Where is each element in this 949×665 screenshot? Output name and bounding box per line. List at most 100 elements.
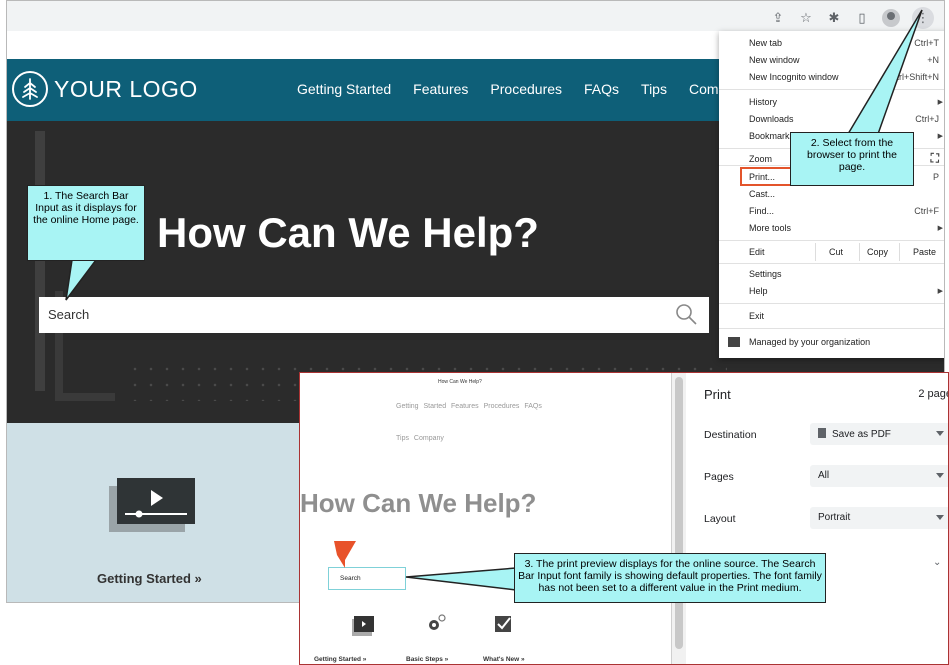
menu-print-shortcut: P bbox=[932, 172, 939, 182]
logo-text: YOUR LOGO bbox=[54, 75, 198, 102]
layout-label: Layout bbox=[704, 513, 736, 525]
pages-label: Pages bbox=[704, 471, 734, 483]
share-icon[interactable]: ⇪ bbox=[770, 10, 786, 26]
menu-bookmarks[interactable]: Bookmarks bbox=[749, 131, 794, 141]
card-getting-started-link[interactable]: Getting Started » bbox=[97, 571, 202, 586]
menu-new-incognito[interactable]: New Incognito window bbox=[749, 72, 839, 82]
menu-more-tools[interactable]: More tools bbox=[749, 223, 791, 233]
gear-icon bbox=[429, 614, 446, 630]
print-preview-window: How Can We Help? Getting Started Feature… bbox=[299, 372, 949, 665]
menu-divider bbox=[899, 243, 900, 261]
callout-3: 3. The print preview displays for the on… bbox=[514, 553, 826, 603]
site-logo[interactable]: YOUR LOGO bbox=[12, 71, 198, 107]
video-icon bbox=[109, 478, 195, 532]
preview-nav-line: Tips Company bbox=[396, 435, 444, 442]
star-icon[interactable]: ☆ bbox=[798, 10, 814, 26]
preview-label-basic-steps: Basic Steps » bbox=[406, 656, 449, 663]
menu-exit[interactable]: Exit bbox=[749, 311, 764, 321]
preview-label-getting-started: Getting Started » bbox=[314, 656, 367, 663]
search-placeholder: Search bbox=[48, 307, 90, 322]
profile-icon[interactable] bbox=[882, 9, 900, 27]
fullscreen-icon[interactable]: ⛶ bbox=[931, 151, 939, 166]
menu-separator bbox=[719, 263, 944, 264]
print-settings-panel: Print 2 page Destination Save as PDF Pag… bbox=[686, 373, 949, 664]
menu-new-tab[interactable]: New tab bbox=[749, 38, 782, 48]
print-page-count: 2 page bbox=[918, 388, 949, 400]
menu-find[interactable]: Find... bbox=[749, 206, 774, 216]
menu-new-tab-shortcut: Ctrl+T bbox=[914, 38, 939, 48]
menu-downloads-shortcut: Ctrl+J bbox=[915, 114, 939, 124]
menu-print[interactable]: Print... bbox=[749, 172, 775, 182]
chevron-down-icon bbox=[936, 431, 944, 436]
screenshot-stage: ⇪ ☆ ✱ ▯ ⋮ YOUR LOGO Getting Started Feat… bbox=[0, 0, 949, 665]
menu-new-window-shortcut: +N bbox=[927, 55, 939, 65]
preview-scrollbar[interactable] bbox=[672, 373, 686, 664]
submenu-arrow-icon: ▶ bbox=[937, 288, 943, 295]
tree-logo-icon bbox=[12, 71, 48, 107]
toolbar-icons: ⇪ ☆ ✱ ▯ ⋮ bbox=[770, 7, 934, 29]
destination-value: Save as PDF bbox=[832, 429, 891, 440]
submenu-arrow-icon: ▶ bbox=[937, 99, 943, 106]
checkbox-icon bbox=[495, 616, 511, 632]
print-title: Print bbox=[704, 387, 731, 402]
menu-separator bbox=[719, 303, 944, 304]
preview-hero-title: How Can We Help? bbox=[300, 488, 537, 518]
nav-faqs[interactable]: FAQs bbox=[584, 81, 619, 97]
search-input[interactable]: Search bbox=[39, 297, 709, 333]
menu-copy[interactable]: Copy bbox=[867, 247, 888, 257]
callout-1: 1. The Search Bar Input as it displays f… bbox=[27, 185, 145, 261]
menu-managed[interactable]: Managed by your organization bbox=[749, 337, 870, 347]
submenu-arrow-icon: ▶ bbox=[937, 133, 943, 140]
preview-search-input: Search bbox=[328, 567, 406, 590]
nav-procedures[interactable]: Procedures bbox=[490, 81, 562, 97]
menu-downloads[interactable]: Downloads bbox=[749, 114, 794, 124]
menu-cast[interactable]: Cast... bbox=[749, 189, 775, 199]
search-icon[interactable] bbox=[675, 303, 697, 325]
sidepanel-icon[interactable]: ▯ bbox=[854, 10, 870, 26]
menu-help[interactable]: Help bbox=[749, 286, 768, 296]
menu-settings[interactable]: Settings bbox=[749, 269, 782, 279]
chevron-down-icon bbox=[936, 515, 944, 520]
menu-separator bbox=[719, 328, 944, 329]
kebab-menu-icon[interactable]: ⋮ bbox=[912, 7, 934, 29]
print-preview-page: How Can We Help? Getting Started Feature… bbox=[300, 373, 672, 664]
destination-label: Destination bbox=[704, 429, 757, 441]
menu-cut[interactable]: Cut bbox=[829, 247, 843, 257]
menu-separator bbox=[719, 240, 944, 241]
callout-2: 2. Select from the browser to print the … bbox=[790, 132, 914, 186]
extensions-icon[interactable]: ✱ bbox=[826, 10, 842, 26]
nav-tips[interactable]: Tips bbox=[641, 81, 667, 97]
menu-new-window[interactable]: New window bbox=[749, 55, 800, 65]
pages-select[interactable]: All bbox=[810, 465, 948, 487]
layout-select[interactable]: Portrait bbox=[810, 507, 948, 529]
preview-nav-line: Getting Started Features Procedures FAQs bbox=[396, 403, 542, 410]
video-icon bbox=[352, 616, 374, 636]
preview-label-whats-new: What's New » bbox=[483, 656, 525, 663]
menu-find-shortcut: Ctrl+F bbox=[914, 206, 939, 216]
nav-getting-started[interactable]: Getting Started bbox=[297, 81, 391, 97]
preview-search-text: Search bbox=[340, 575, 361, 582]
scrollbar-thumb[interactable] bbox=[675, 377, 683, 649]
menu-divider bbox=[859, 243, 860, 261]
building-icon bbox=[728, 337, 740, 347]
chevron-down-icon bbox=[936, 473, 944, 478]
menu-edit-label: Edit bbox=[749, 247, 765, 257]
menu-divider bbox=[815, 243, 816, 261]
menu-separator bbox=[719, 89, 944, 90]
destination-select[interactable]: Save as PDF bbox=[810, 423, 948, 445]
document-icon bbox=[818, 428, 826, 438]
submenu-arrow-icon: ▶ bbox=[937, 225, 943, 232]
menu-history[interactable]: History bbox=[749, 97, 777, 107]
menu-new-incognito-shortcut: Ctrl+Shift+N bbox=[889, 72, 939, 82]
browser-menu: New tab Ctrl+T New window +N New Incogni… bbox=[719, 31, 944, 358]
more-settings-chevron-icon[interactable]: ⌄ bbox=[933, 557, 941, 568]
menu-zoom[interactable]: Zoom bbox=[749, 154, 772, 164]
hero-title: How Can We Help? bbox=[157, 209, 539, 256]
browser-toolbar: ⇪ ☆ ✱ ▯ ⋮ bbox=[7, 1, 944, 31]
nav-features[interactable]: Features bbox=[413, 81, 468, 97]
pages-value: All bbox=[818, 470, 830, 481]
menu-paste[interactable]: Paste bbox=[913, 247, 936, 257]
preview-page-header: How Can We Help? bbox=[438, 379, 482, 385]
layout-value: Portrait bbox=[818, 512, 851, 523]
site-nav: Getting Started Features Procedures FAQs… bbox=[297, 81, 771, 97]
